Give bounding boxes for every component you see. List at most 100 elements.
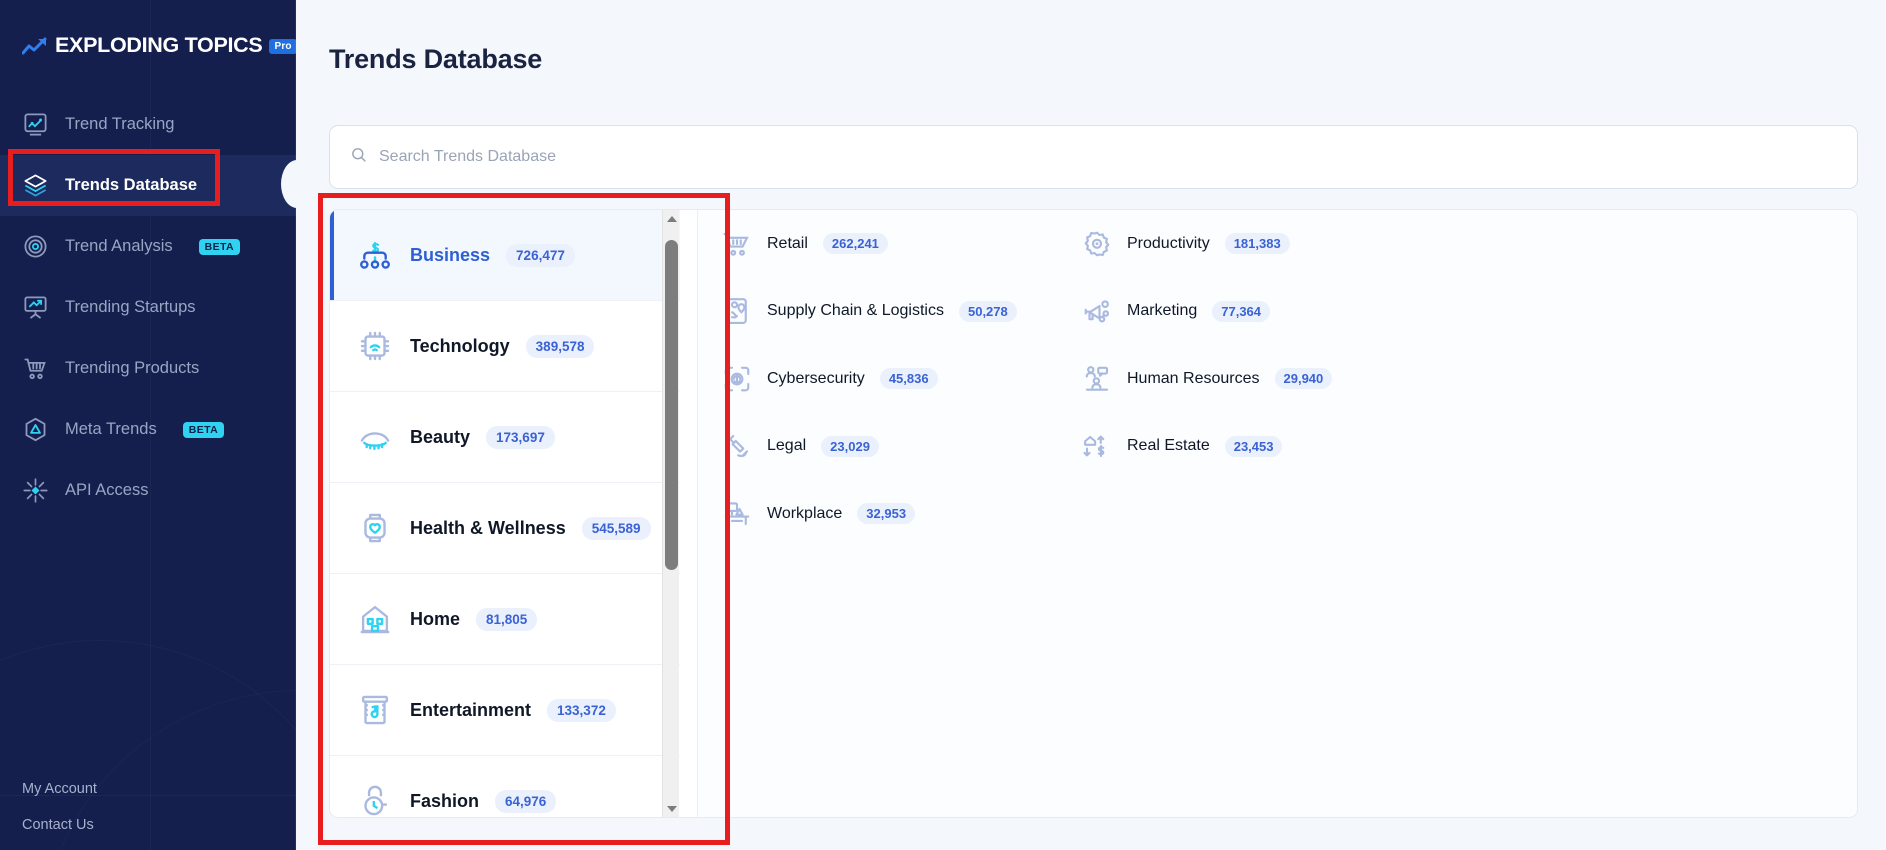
category-label: Health & Wellness bbox=[410, 517, 566, 538]
category-item-business[interactable]: Business 726,477 bbox=[330, 210, 680, 301]
category-count: 173,697 bbox=[486, 425, 555, 449]
category-label: Technology bbox=[410, 335, 510, 356]
category-item-fashion[interactable]: Fashion 64,976 bbox=[330, 756, 680, 817]
page-title: Trends Database bbox=[329, 44, 543, 74]
desk-icon bbox=[722, 499, 752, 529]
sidebar-item-label: Trend Analysis bbox=[65, 237, 173, 255]
subcategory-item-marketing[interactable]: Marketing 77,364 bbox=[1078, 278, 1438, 346]
main-content: Trends Database Search Trends Database B… bbox=[296, 0, 1886, 850]
subcategory-label: Marketing bbox=[1127, 302, 1198, 320]
subcategory-count: 181,383 bbox=[1224, 233, 1290, 255]
sidebar-item-label: Trending Products bbox=[65, 359, 200, 377]
category-label: Business bbox=[410, 244, 491, 265]
category-scrollbar[interactable] bbox=[662, 210, 679, 817]
subcategory-column: Retail 262,241 Supply Chain & Logistics … bbox=[698, 210, 1857, 817]
category-item-technology[interactable]: Technology 389,578 bbox=[330, 301, 680, 392]
status-badge: BETA bbox=[182, 421, 225, 438]
layers-stack-icon bbox=[22, 172, 49, 199]
subcategory-label: Supply Chain & Logistics bbox=[767, 302, 944, 320]
subcategory-count: 45,836 bbox=[879, 368, 938, 390]
eyelash-icon bbox=[356, 418, 394, 456]
subcategory-label: Productivity bbox=[1127, 234, 1210, 252]
sidebar-item-label: Trends Database bbox=[65, 176, 198, 194]
sidebar-item-api-access[interactable]: API Access bbox=[0, 460, 296, 521]
status-badge: BETA bbox=[198, 238, 241, 255]
subcategory-count: 50,278 bbox=[958, 300, 1017, 322]
search-icon bbox=[350, 146, 367, 168]
category-item-entertainment[interactable]: Entertainment 133,372 bbox=[330, 665, 680, 756]
sidebar-link-contact-us[interactable]: Contact Us bbox=[22, 817, 94, 833]
subcategory-item-cybersecurity[interactable]: Cybersecurity 45,836 bbox=[718, 345, 1078, 413]
categories-panel: Business 726,477 Technology 389,578 Beau… bbox=[329, 209, 1858, 818]
fingerprint-scan-icon bbox=[722, 364, 752, 394]
subcategory-label: Real Estate bbox=[1127, 437, 1210, 455]
subcategory-item-legal[interactable]: Legal 23,029 bbox=[718, 413, 1078, 481]
brand-logo[interactable]: EXPLODING TOPICS Pro bbox=[21, 33, 296, 58]
sidebar-item-trending-startups[interactable]: Trending Startups bbox=[0, 277, 296, 338]
business-dollar-icon bbox=[356, 236, 394, 274]
sidebar-item-meta-trends[interactable]: Meta Trends BETA bbox=[0, 399, 296, 460]
scrollbar-thumb[interactable] bbox=[665, 240, 678, 570]
hexagon-shield-icon bbox=[22, 416, 49, 443]
subcategory-count: 77,364 bbox=[1212, 300, 1271, 322]
subcategory-item-workplace[interactable]: Workplace 32,953 bbox=[718, 480, 1078, 548]
subcategory-grid: Retail 262,241 Supply Chain & Logistics … bbox=[718, 210, 1818, 548]
shopping-cart-icon bbox=[22, 355, 49, 382]
category-count: 64,976 bbox=[495, 789, 557, 813]
app-root: EXPLODING TOPICS Pro Trend Tracking Tren… bbox=[0, 0, 1886, 850]
delivery-map-icon bbox=[722, 296, 752, 326]
category-count: 545,589 bbox=[581, 516, 651, 540]
subcategory-label: Retail bbox=[767, 234, 808, 252]
subcategory-count: 29,940 bbox=[1274, 368, 1333, 390]
sidebar-nav: Trend Tracking Trends Database Trend Ana… bbox=[0, 94, 296, 521]
category-item-home[interactable]: Home 81,805 bbox=[330, 574, 680, 665]
subcategory-label: Workplace bbox=[767, 504, 843, 522]
subcategory-label: Human Resources bbox=[1127, 369, 1260, 387]
category-count: 81,805 bbox=[476, 607, 538, 631]
shopping-cart-icon bbox=[722, 229, 752, 259]
category-label: Entertainment bbox=[410, 699, 532, 720]
search-input[interactable] bbox=[379, 148, 1779, 166]
search-bar[interactable] bbox=[329, 125, 1858, 189]
megaphone-network-icon bbox=[1082, 296, 1112, 326]
subcategory-item-human-resources[interactable]: Human Resources 29,940 bbox=[1078, 345, 1438, 413]
subcategory-label: Legal bbox=[767, 437, 807, 455]
smartwatch-heart-icon bbox=[356, 509, 394, 547]
sidebar-link-my-account[interactable]: My Account bbox=[22, 781, 97, 797]
house-icon bbox=[356, 600, 394, 638]
category-count: 726,477 bbox=[506, 243, 575, 267]
triangle-up-icon bbox=[666, 215, 677, 222]
brand-name: EXPLODING TOPICS bbox=[55, 33, 263, 57]
category-item-health-wellness[interactable]: Health & Wellness 545,589 bbox=[330, 483, 680, 574]
category-count: 133,372 bbox=[547, 698, 616, 722]
sidebar-item-label: Meta Trends bbox=[65, 420, 157, 438]
sidebar-item-label: API Access bbox=[65, 481, 149, 499]
subcategory-item-real-estate[interactable]: Real Estate 23,453 bbox=[1078, 413, 1438, 481]
trend-arrow-icon bbox=[21, 36, 48, 56]
sidebar-item-trends-database[interactable]: Trends Database bbox=[0, 155, 296, 216]
triangle-down-icon bbox=[666, 805, 677, 812]
subcategory-item-productivity[interactable]: Productivity 181,383 bbox=[1078, 210, 1438, 278]
sidebar-item-label: Trend Tracking bbox=[65, 115, 175, 133]
sidebar-item-trend-tracking[interactable]: Trend Tracking bbox=[0, 94, 296, 155]
category-list-column: Business 726,477 Technology 389,578 Beau… bbox=[330, 210, 698, 817]
category-label: Home bbox=[410, 608, 461, 629]
gear-icon bbox=[1082, 229, 1112, 259]
gavel-icon bbox=[722, 431, 752, 461]
sidebar-item-label: Trending Startups bbox=[65, 298, 196, 316]
scrollbar-down-button[interactable] bbox=[663, 800, 680, 817]
subcategory-item-retail[interactable]: Retail 262,241 bbox=[718, 210, 1078, 278]
handbag-icon bbox=[356, 782, 394, 817]
presentation-chart-icon bbox=[22, 294, 49, 321]
subcategory-count: 23,029 bbox=[821, 435, 879, 457]
music-stage-icon bbox=[356, 691, 394, 729]
sidebar-item-trending-products[interactable]: Trending Products bbox=[0, 338, 296, 399]
subcategory-count: 23,453 bbox=[1224, 435, 1283, 457]
api-node-icon bbox=[22, 477, 49, 504]
subcategory-item-supply-chain-logistics[interactable]: Supply Chain & Logistics 50,278 bbox=[718, 278, 1078, 346]
target-circle-icon bbox=[22, 233, 49, 260]
category-item-beauty[interactable]: Beauty 173,697 bbox=[330, 392, 680, 483]
scrollbar-up-button[interactable] bbox=[663, 210, 680, 227]
category-count: 389,578 bbox=[525, 334, 595, 358]
sidebar-item-trend-analysis[interactable]: Trend Analysis BETA bbox=[0, 216, 296, 277]
